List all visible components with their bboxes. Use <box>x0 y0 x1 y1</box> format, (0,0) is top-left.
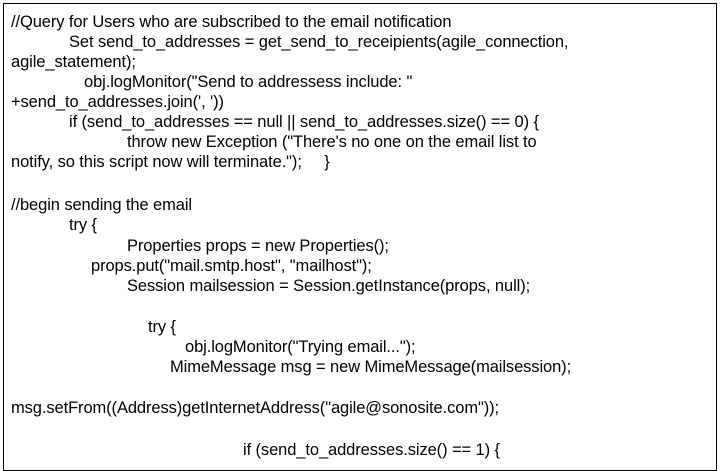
code-line: +send_to_addresses.join(', ')) <box>11 93 224 111</box>
code-line: agile_statement); <box>11 53 136 71</box>
code-line: throw new Exception ("There's no one on … <box>127 133 537 151</box>
code-line: obj.logMonitor("Send to addressess inclu… <box>84 73 413 91</box>
code-line: if (send_to_addresses == null || send_to… <box>69 113 539 131</box>
code-line: //begin sending the email <box>11 196 192 214</box>
code-line: try { <box>69 216 97 234</box>
code-line: try { <box>148 318 176 336</box>
code-line: notify, so this script now will terminat… <box>11 153 330 171</box>
code-line: Session mailsession = Session.getInstanc… <box>127 277 531 295</box>
code-line: MimeMessage msg = new MimeMessage(mailse… <box>170 358 572 376</box>
code-document-frame: //Query for Users who are subscribed to … <box>3 3 717 471</box>
code-line: Set send_to_addresses = get_send_to_rece… <box>69 33 569 51</box>
code-line: props.put("mail.smtp.host", "mailhost"); <box>91 257 372 275</box>
code-line: obj.logMonitor("Trying email..."); <box>185 338 416 356</box>
code-line: Properties props = new Properties(); <box>127 237 389 255</box>
code-line: msg.setFrom((Address)getInternetAddress(… <box>11 399 499 417</box>
code-line: if (send_to_addresses.size() == 1) { <box>243 441 500 459</box>
code-line: //Query for Users who are subscribed to … <box>11 13 452 31</box>
